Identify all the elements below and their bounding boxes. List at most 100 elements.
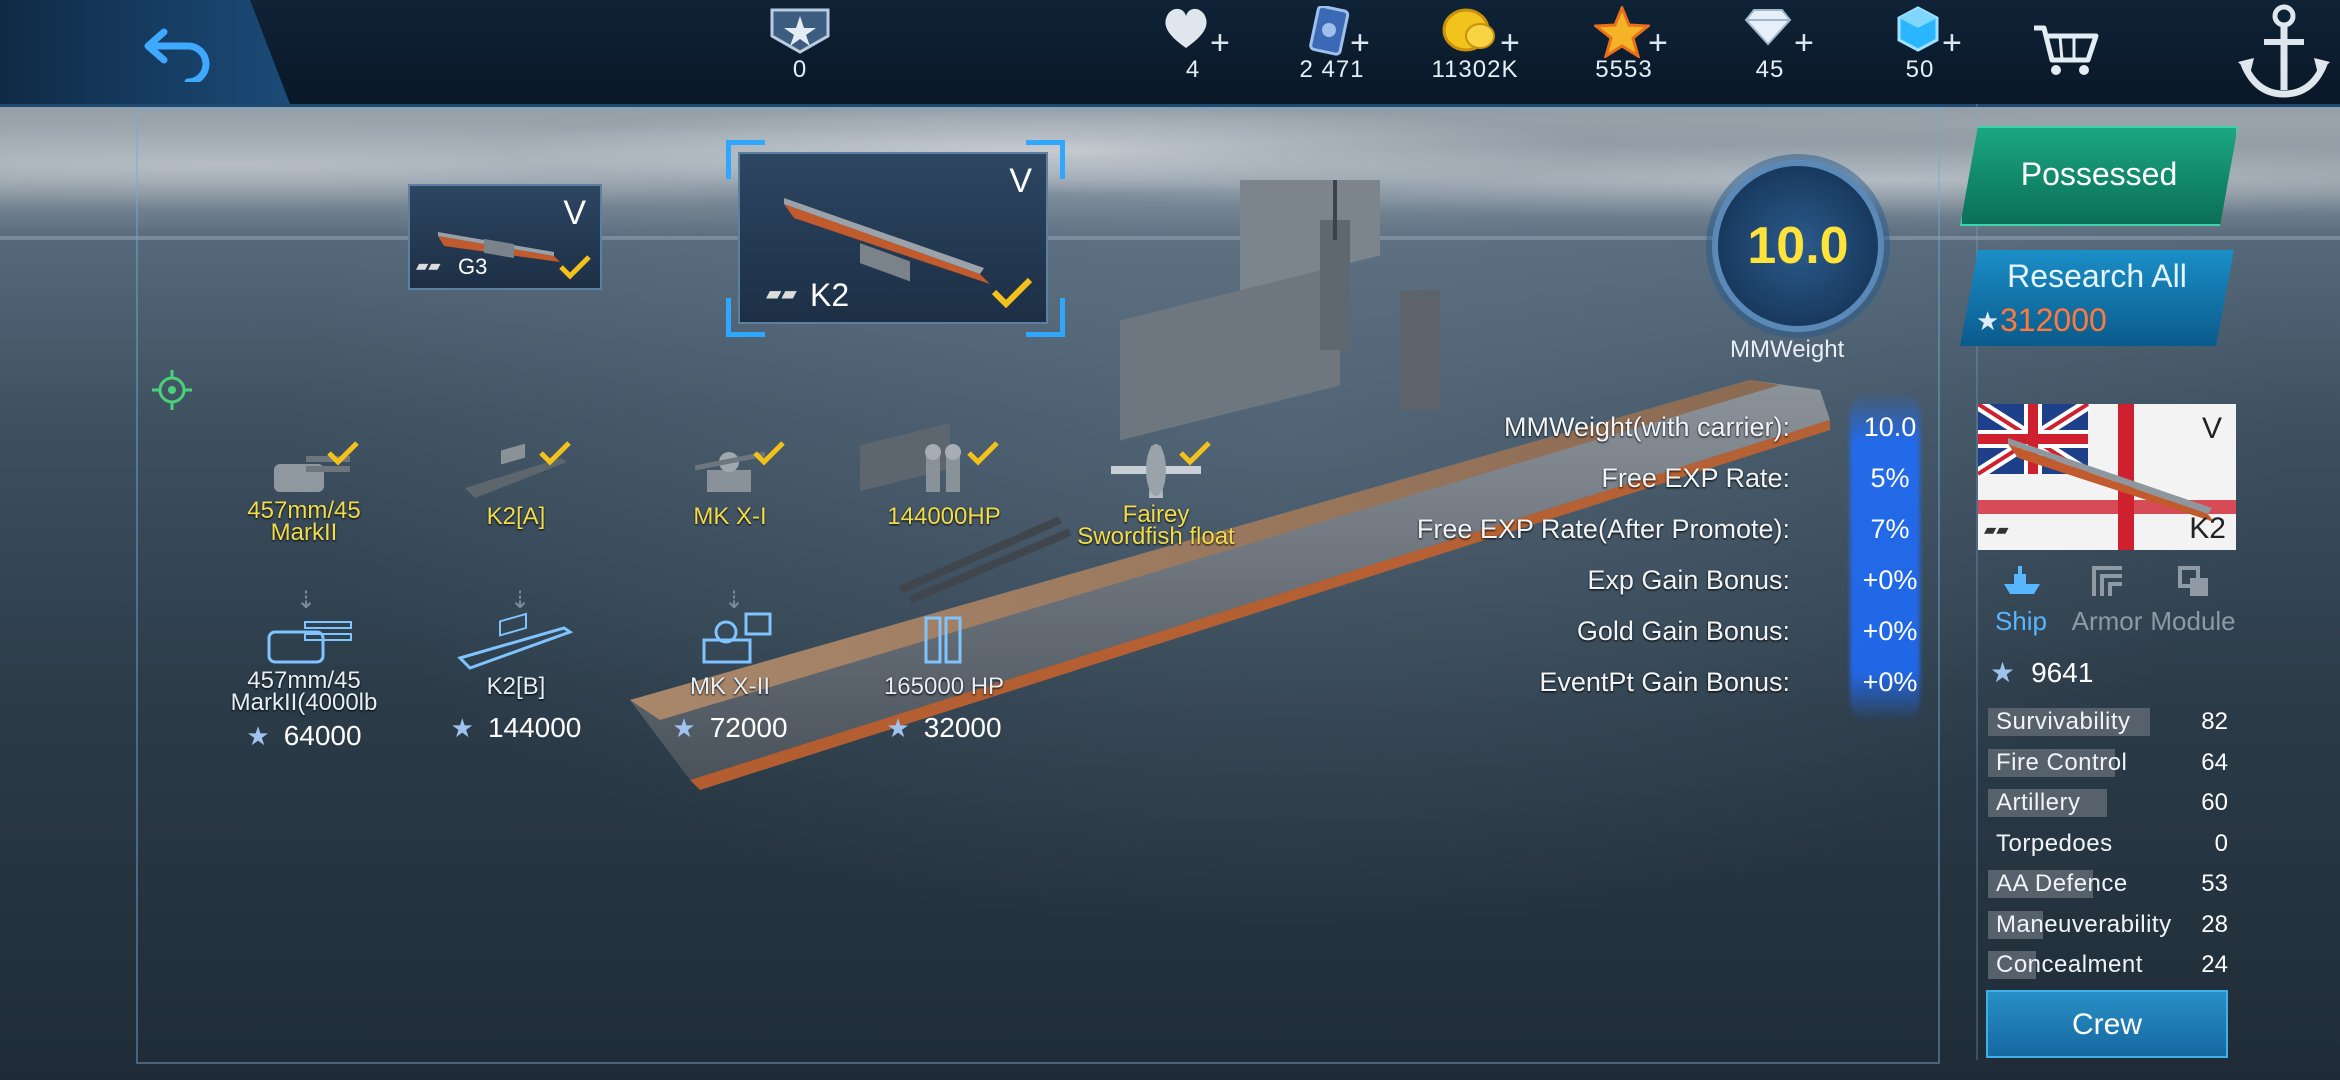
attribute-row: Survivability 82 [1988, 706, 2234, 736]
crew-label: Crew [2071, 1008, 2142, 1041]
hearts-value: 4 [1185, 56, 1201, 83]
module-upgrade[interactable]: MK X-II ★ 72000 [640, 610, 820, 744]
attribute-row: Artillery 60 [1988, 787, 2234, 817]
stat-label: Free EXP Rate: [1601, 463, 1790, 493]
module-cost: ★ 72000 [640, 712, 820, 744]
attribute-row: AA Defence 53 [1988, 868, 2234, 898]
attribute-label: AA Defence [1996, 870, 2128, 897]
stat-value: 5% [1870, 463, 1910, 493]
attribute-label: Maneuverability [1996, 910, 2172, 938]
check-icon [991, 277, 1033, 308]
attribute-value: 53 [2201, 870, 2228, 897]
heart-icon [1165, 8, 1207, 48]
stat-value: 7% [1870, 514, 1910, 544]
crew-button[interactable]: Crew [1986, 990, 2228, 1058]
module-icon [2178, 566, 2208, 596]
diamond-icon [1744, 9, 1792, 46]
stat-label: Gold Gain Bonus: [1576, 616, 1790, 646]
tab-module[interactable]: Module [2150, 556, 2236, 638]
module-installed[interactable]: 457mm/45 MarkII [214, 440, 394, 545]
card-icon [1309, 6, 1350, 56]
ship-card-k2[interactable]: V ▰▰ K2 [738, 152, 1048, 324]
diamond-resource[interactable]: + 45 [1730, 6, 1814, 100]
tab-ship[interactable]: Ship [1978, 556, 2064, 638]
ship-icon [2004, 566, 2040, 594]
module-name: MK X-I [693, 503, 767, 530]
stat-label: MMWeight(with carrier): [1503, 412, 1790, 442]
stat-label: Exp Gain Bonus: [1587, 565, 1790, 595]
gold-value: 11302K [1431, 56, 1519, 83]
stat-value: +0% [1862, 667, 1918, 697]
star-icon: ★ [246, 721, 270, 751]
star-icon [1594, 6, 1650, 58]
check-icon [753, 441, 785, 466]
stat-label: Free EXP Rate(After Promote): [1416, 514, 1790, 544]
tab-label: Module [2150, 606, 2236, 636]
engine-icon [924, 616, 962, 664]
rank-resource[interactable]: 0 [752, 6, 848, 100]
attribute-label: Fire Control [1996, 748, 2128, 776]
attribute-row: Concealment 24 [1988, 949, 2234, 979]
back-arrow-icon [144, 28, 210, 86]
gold-coin-icon [1442, 8, 1495, 52]
module-installed[interactable]: Fairey Swordfish float [1066, 440, 1246, 549]
research-cost: 312000 [2000, 302, 2107, 338]
module-installed[interactable]: K2[A] [426, 440, 606, 529]
check-icon [539, 441, 571, 466]
module-name: 165000 HP [883, 673, 1005, 700]
module-upgrade[interactable]: K2[B] ★ 144000 [426, 610, 606, 744]
attribute-row: Torpedoes 0 [1988, 828, 2234, 858]
top-bar: 0 + 4 + 2 471 + 11302K + 5553 + 45 + 50 [0, 0, 2340, 107]
gold-resource[interactable]: + 11302K [1420, 6, 1530, 100]
check-icon [327, 441, 359, 466]
rank-stripes-icon: ▰▰ [416, 258, 441, 275]
star-icon: ★ [886, 713, 910, 743]
diamond-value: 45 [1755, 56, 1785, 83]
module-cost: ★ 64000 [214, 720, 394, 752]
stat-value: 10.0 [1863, 412, 1917, 442]
star-resource[interactable]: + 5553 [1576, 6, 1672, 100]
attribute-row: Maneuverability 28 [1988, 909, 2234, 939]
attribute-label: Survivability [1996, 708, 2131, 735]
tab-armor[interactable]: Armor [2064, 556, 2150, 638]
rank-stripes-icon: ▰▰ [766, 283, 797, 305]
check-icon [967, 441, 999, 466]
ship-points: ★ 9641 [1990, 656, 2093, 689]
star-icon: ★ [450, 713, 474, 743]
star-icon: ★ [1990, 657, 2016, 688]
back-button[interactable] [140, 18, 220, 86]
module-cost: ★ 32000 [854, 712, 1034, 744]
ship-name: K2 [810, 277, 850, 313]
module-installed[interactable]: 144000HP [854, 440, 1034, 529]
hearts-resource[interactable]: + 4 [1148, 6, 1238, 100]
cards-resource[interactable]: + 2 471 [1282, 6, 1382, 100]
points-value: 9641 [2031, 657, 2094, 688]
ship-name: G3 [458, 254, 488, 279]
module-cost: ★ 144000 [426, 712, 606, 744]
research-all-button[interactable]: Research All ★ 312000 [1960, 250, 2234, 346]
possessed-button[interactable]: Possessed [1960, 126, 2238, 226]
crystal-resource[interactable]: + 50 [1880, 6, 1962, 100]
cards-value: 2 471 [1299, 56, 1365, 83]
crystal-icon [1897, 6, 1939, 52]
target-icon[interactable] [150, 368, 194, 412]
detail-tabs: Ship Armor Module [1978, 556, 2236, 638]
shop-button[interactable] [2030, 22, 2100, 78]
module-name: K2[B] [486, 673, 546, 700]
ship-tier: V [2201, 412, 2222, 445]
ship-portrait[interactable]: V K2 ▰▰ [1978, 404, 2236, 550]
stat-label: EventPt Gain Bonus: [1539, 667, 1790, 697]
check-icon [559, 255, 591, 280]
star-icon: ★ [672, 713, 696, 743]
tab-label: Armor [2071, 606, 2143, 636]
stat-row: Exp Gain Bonus: +0% [0, 565, 1940, 605]
ship-card-g3[interactable]: V ▰▰ G3 [408, 184, 602, 290]
star-icon: ★ [1976, 306, 2000, 336]
module-upgrade[interactable]: 457mm/45 MarkII(4000lb ★ 64000 [214, 610, 394, 752]
anchor-menu-button[interactable] [2234, 2, 2334, 102]
rank-value: 0 [792, 56, 808, 83]
tab-label: Ship [1994, 606, 2048, 636]
module-installed[interactable]: MK X-I [640, 440, 820, 530]
possessed-label: Possessed [2020, 156, 2178, 192]
module-upgrade[interactable]: 165000 HP ★ 32000 [854, 610, 1034, 744]
